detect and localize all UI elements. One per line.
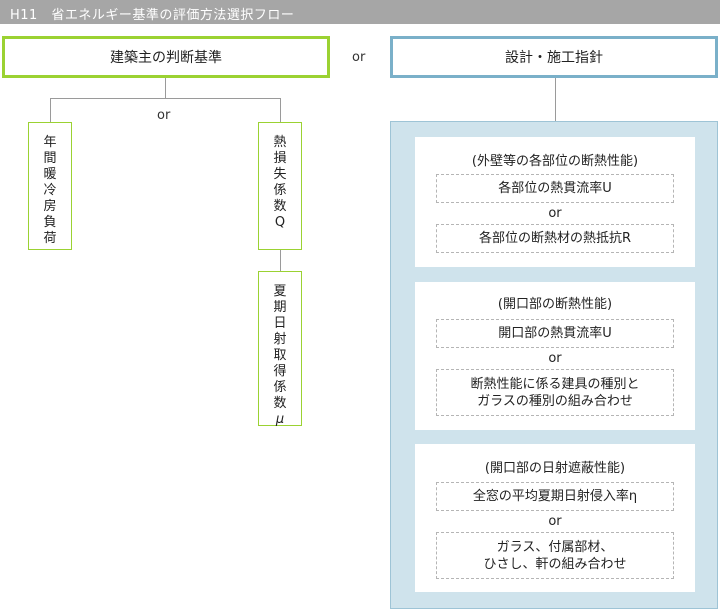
solar-shading-title: (開口部の日射遮蔽性能)	[484, 461, 626, 476]
wall-or-label: or	[548, 206, 562, 221]
shading-or-label: or	[548, 514, 562, 529]
heat-loss-char: Q	[274, 215, 286, 230]
solar-gain-char: 係	[273, 380, 287, 395]
opening-u-value-text: 開口部の熱貫流率U	[498, 326, 612, 341]
connector-left-branch-b	[280, 98, 281, 122]
title-bar: H11 省エネルギー基準の評価方法選択フロー	[0, 0, 720, 24]
solar-gain-char: 数	[273, 396, 287, 411]
wall-u-value-option: 各部位の熱貫流率U	[436, 174, 674, 203]
annual-load-char: 房	[43, 199, 57, 214]
annual-load-char: 荷	[43, 231, 57, 246]
shading-combo-option: ガラス、付属部材、 ひさし、軒の組み合わせ	[436, 532, 674, 579]
solar-penetration-text: 全窓の平均夏期日射侵入率η	[472, 489, 638, 504]
annual-load-char: 間	[43, 151, 57, 166]
fitting-glass-combo-option: 断熱性能に係る建具の種別と ガラスの種別の組み合わせ	[436, 369, 674, 416]
middle-or-label: or	[352, 50, 366, 65]
annual-load-char: 暖	[43, 167, 57, 182]
wall-insulation-card: (外壁等の各部位の断熱性能) 各部位の熱貫流率U or 各部位の断熱材の熱抵抗R	[415, 137, 695, 267]
connector-q-to-mu	[280, 250, 281, 271]
shading-combo-line1: ガラス、付属部材、	[496, 539, 614, 555]
solar-penetration-option: 全窓の平均夏期日射侵入率η	[436, 482, 674, 511]
solar-gain-char: μ	[275, 412, 285, 427]
heat-loss-char: 損	[273, 151, 287, 166]
wall-r-value-option: 各部位の断熱材の熱抵抗R	[436, 224, 674, 253]
wall-insulation-title: (外壁等の各部位の断熱性能)	[471, 154, 639, 169]
connector-left-down	[165, 78, 166, 98]
connector-left-branch-a	[50, 98, 51, 122]
solar-shading-card: (開口部の日射遮蔽性能) 全窓の平均夏期日射侵入率η or ガラス、付属部材、 …	[415, 444, 695, 592]
annual-load-char: 年	[43, 135, 57, 150]
opening-insulation-card: (開口部の断熱性能) 開口部の熱貫流率U or 断熱性能に係る建具の種別と ガラ…	[415, 282, 695, 430]
heat-loss-char: 数	[273, 199, 287, 214]
solar-gain-char: 期	[273, 300, 287, 315]
wall-u-value-text: 各部位の熱貫流率U	[498, 181, 612, 196]
solar-gain-char: 射	[273, 332, 287, 347]
solar-gain-char: 日	[273, 316, 287, 331]
wall-r-value-text: 各部位の断熱材の熱抵抗R	[478, 231, 632, 246]
design-guideline-box: 設計・施工指針	[390, 36, 718, 78]
connector-left-horizontal	[50, 98, 281, 99]
heat-loss-char: 係	[273, 183, 287, 198]
annual-load-box: 年 間 暖 冷 房 負 荷	[28, 122, 72, 250]
page-title: H11 省エネルギー基準の評価方法選択フロー	[10, 8, 295, 23]
left-or-label: or	[157, 108, 171, 123]
design-guideline-label: 設計・施工指針	[505, 50, 603, 66]
solar-gain-coefficient-box: 夏 期 日 射 取 得 係 数 μ	[258, 271, 302, 427]
heat-loss-char: 熱	[273, 135, 287, 150]
solar-gain-char: 夏	[273, 284, 287, 299]
heat-loss-coefficient-box: 熱 損 失 係 数 Q	[258, 122, 302, 250]
fitting-glass-combo-line1: 断熱性能に係る建具の種別と	[470, 376, 640, 392]
heat-loss-char: 失	[273, 167, 287, 182]
shading-combo-line2: ひさし、軒の組み合わせ	[483, 556, 627, 572]
owner-criteria-label: 建築主の判断基準	[110, 50, 222, 66]
opening-or-label: or	[548, 351, 562, 366]
opening-insulation-title: (開口部の断熱性能)	[497, 297, 613, 312]
annual-load-char: 負	[43, 215, 57, 230]
fitting-glass-combo-line2: ガラスの種別の組み合わせ	[477, 393, 633, 409]
connector-right-down	[555, 78, 556, 121]
solar-gain-char: 得	[273, 364, 287, 379]
annual-load-char: 冷	[43, 183, 57, 198]
owner-criteria-box: 建築主の判断基準	[2, 36, 330, 78]
solar-gain-char: 取	[273, 348, 287, 363]
opening-u-value-option: 開口部の熱貫流率U	[436, 319, 674, 348]
